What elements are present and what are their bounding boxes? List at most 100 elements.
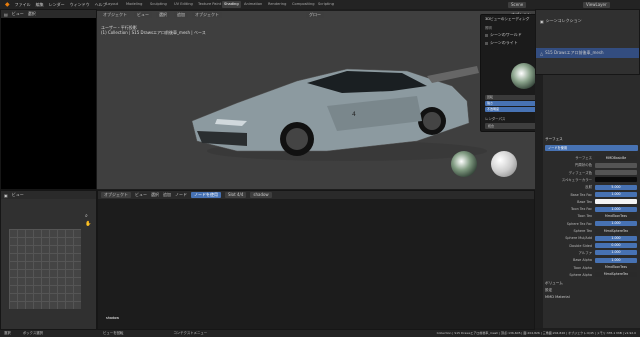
- tab-rendering[interactable]: Rendering: [266, 1, 288, 8]
- outliner: ▣ シーンコレクション △ S15 Drawsエアロ前後車_mesh: [535, 9, 640, 75]
- outliner-scene-collection[interactable]: シーンコレクション: [546, 18, 582, 24]
- node-editor[interactable]: オブジェクト ビュー 選択 追加 ノード ノードを使用 Slot 4/4 sha…: [97, 190, 535, 330]
- status-box-select: ボックス選択: [22, 331, 44, 335]
- menu-view[interactable]: ビュー: [12, 11, 24, 17]
- tab-shading[interactable]: Shading: [222, 1, 241, 8]
- image-canvas-grid[interactable]: [9, 229, 81, 309]
- zoom-icon[interactable]: ⌕: [85, 213, 88, 219]
- menu-select[interactable]: 選択: [28, 11, 36, 17]
- property-field[interactable]: 1.000: [595, 192, 637, 197]
- property-row: スペキュラーカラー: [535, 177, 640, 183]
- property-label: Sphere Tex Fac: [566, 221, 592, 226]
- status-bar: 選択 ボックス選択 ビューを回転 コンテクストメニュー Collection |…: [0, 330, 640, 337]
- menu-add[interactable]: 追加: [163, 192, 171, 198]
- 3d-viewport[interactable]: オブジェクト ビュー 選択 追加 オブジェクト グロー オプション ユーザー・平…: [97, 11, 535, 189]
- tab-uv-editing[interactable]: UV Editing: [172, 1, 195, 8]
- property-label: 円周状の色: [575, 163, 592, 168]
- file-browser-pane: ▤ ビュー 選択: [0, 9, 97, 190]
- use-nodes-button[interactable]: ノードを使用: [545, 145, 638, 151]
- collection-icon: ▣: [540, 18, 544, 24]
- view-layer-selector[interactable]: ViewLayer: [583, 1, 610, 8]
- scene-lights-label: シーンのライト: [490, 40, 518, 45]
- property-label: Base Alpha: [573, 258, 592, 263]
- property-field[interactable]: [595, 199, 637, 205]
- property-label: Double Sided: [569, 243, 592, 248]
- menu-window[interactable]: ウィンドウ: [70, 2, 90, 8]
- property-label: Toon Tex Fac: [570, 207, 592, 212]
- menu-add[interactable]: 追加: [174, 12, 188, 18]
- property-row: Toon Tex MmdToonTexs: [535, 213, 640, 219]
- property-field[interactable]: [595, 162, 637, 168]
- property-field[interactable]: 0.000: [595, 243, 637, 249]
- shader-type-selector[interactable]: オブジェクト: [101, 192, 131, 198]
- property-row: Sphere Alpha MmdSphereTex: [535, 272, 640, 278]
- property-label: 反射: [585, 185, 592, 190]
- property-field[interactable]: 5.000: [595, 184, 637, 190]
- scene-world-label: シーンのワールド: [490, 32, 522, 37]
- scene-world-checkbox[interactable]: [485, 33, 488, 37]
- property-row: 反射 5.000: [535, 184, 640, 190]
- property-field[interactable]: MmdToonTexs: [595, 213, 637, 219]
- hdri-selector[interactable]: [511, 63, 537, 89]
- property-row: Base Tex Fac 1.000: [535, 192, 640, 198]
- tab-modeling[interactable]: Modeling: [124, 1, 144, 8]
- property-row: Sphere Tex MmdSphereTex: [535, 228, 640, 234]
- status-select: 選択: [4, 331, 11, 335]
- menu-file[interactable]: ファイル: [15, 2, 31, 8]
- outliner-mesh-item[interactable]: S15 Drawsエアロ前後車_mesh: [545, 50, 603, 56]
- property-field[interactable]: 1.000: [595, 235, 637, 241]
- car-model[interactable]: 4: [177, 51, 487, 166]
- property-field[interactable]: MmdSphereTex: [595, 228, 637, 234]
- node-material-label: shadow: [106, 316, 119, 320]
- material-selector[interactable]: shadow: [250, 192, 272, 198]
- property-row: Base Alpha 1.000: [535, 257, 640, 263]
- settings-section-header[interactable]: 設定: [545, 288, 552, 293]
- menu-select[interactable]: 選択: [151, 192, 159, 198]
- menu-edit[interactable]: 編集: [36, 2, 44, 8]
- menu-view[interactable]: ビュー: [135, 192, 147, 198]
- property-label: Base Tex: [577, 199, 592, 204]
- property-field[interactable]: [595, 177, 637, 183]
- menu-view[interactable]: ビュー: [134, 12, 152, 18]
- property-row: Toon Alpha MmdToonTexs: [535, 265, 640, 271]
- property-field[interactable]: MmdSphereTex: [595, 272, 637, 278]
- mode-selector[interactable]: オブジェクト: [100, 12, 130, 18]
- tab-layout[interactable]: Layout: [104, 1, 120, 8]
- property-field[interactable]: 1.000: [595, 257, 637, 263]
- tab-sculpting[interactable]: Sculpting: [148, 1, 169, 8]
- property-row: Sphere Tex Fac 1.000: [535, 221, 640, 227]
- menu-render[interactable]: レンダー: [49, 2, 65, 8]
- svg-text:4: 4: [352, 111, 356, 118]
- use-nodes-toggle[interactable]: ノードを使用: [191, 192, 221, 198]
- property-label: Sphere Tex: [573, 229, 592, 233]
- property-label: Base Tex Fac: [570, 192, 592, 197]
- property-row: Base Tex: [535, 199, 640, 205]
- tab-scripting[interactable]: Scripting: [316, 1, 336, 8]
- transform-orientation[interactable]: グロー: [306, 12, 324, 18]
- editor-type-icon[interactable]: ▣: [4, 193, 8, 198]
- slot-selector[interactable]: Slot 4/4: [225, 192, 247, 198]
- menu-view[interactable]: ビュー: [12, 192, 24, 198]
- mmd-material-section-header[interactable]: MMD Material: [545, 295, 570, 299]
- property-field[interactable]: MMDBasicBe: [595, 155, 637, 161]
- tab-animation[interactable]: Animation: [242, 1, 264, 8]
- editor-type-icon[interactable]: ▤: [4, 12, 8, 17]
- property-field[interactable]: 1.000: [595, 221, 637, 227]
- menu-node[interactable]: ノード: [175, 192, 187, 198]
- volume-section-header[interactable]: ボリューム: [545, 281, 563, 286]
- property-field[interactable]: 1.000: [595, 206, 637, 212]
- menu-select[interactable]: 選択: [156, 12, 170, 18]
- hand-icon[interactable]: ✋: [85, 221, 91, 227]
- property-field[interactable]: [595, 170, 637, 176]
- tab-texture-paint[interactable]: Texture Paint: [196, 1, 223, 8]
- surface-section-header[interactable]: サーフェス: [545, 137, 563, 142]
- scene-selector[interactable]: Scene: [508, 1, 527, 8]
- property-field[interactable]: 1.000: [595, 250, 637, 256]
- tab-compositing[interactable]: Compositing: [290, 1, 317, 8]
- scene-lights-checkbox[interactable]: [485, 41, 488, 45]
- menu-object[interactable]: オブジェクト: [192, 12, 222, 18]
- property-field[interactable]: MmdToonTexs: [595, 265, 637, 270]
- blender-logo-icon[interactable]: ◆: [5, 1, 10, 8]
- property-label: ディフューズ色: [568, 170, 592, 175]
- hdri-preview-sphere: [451, 151, 477, 177]
